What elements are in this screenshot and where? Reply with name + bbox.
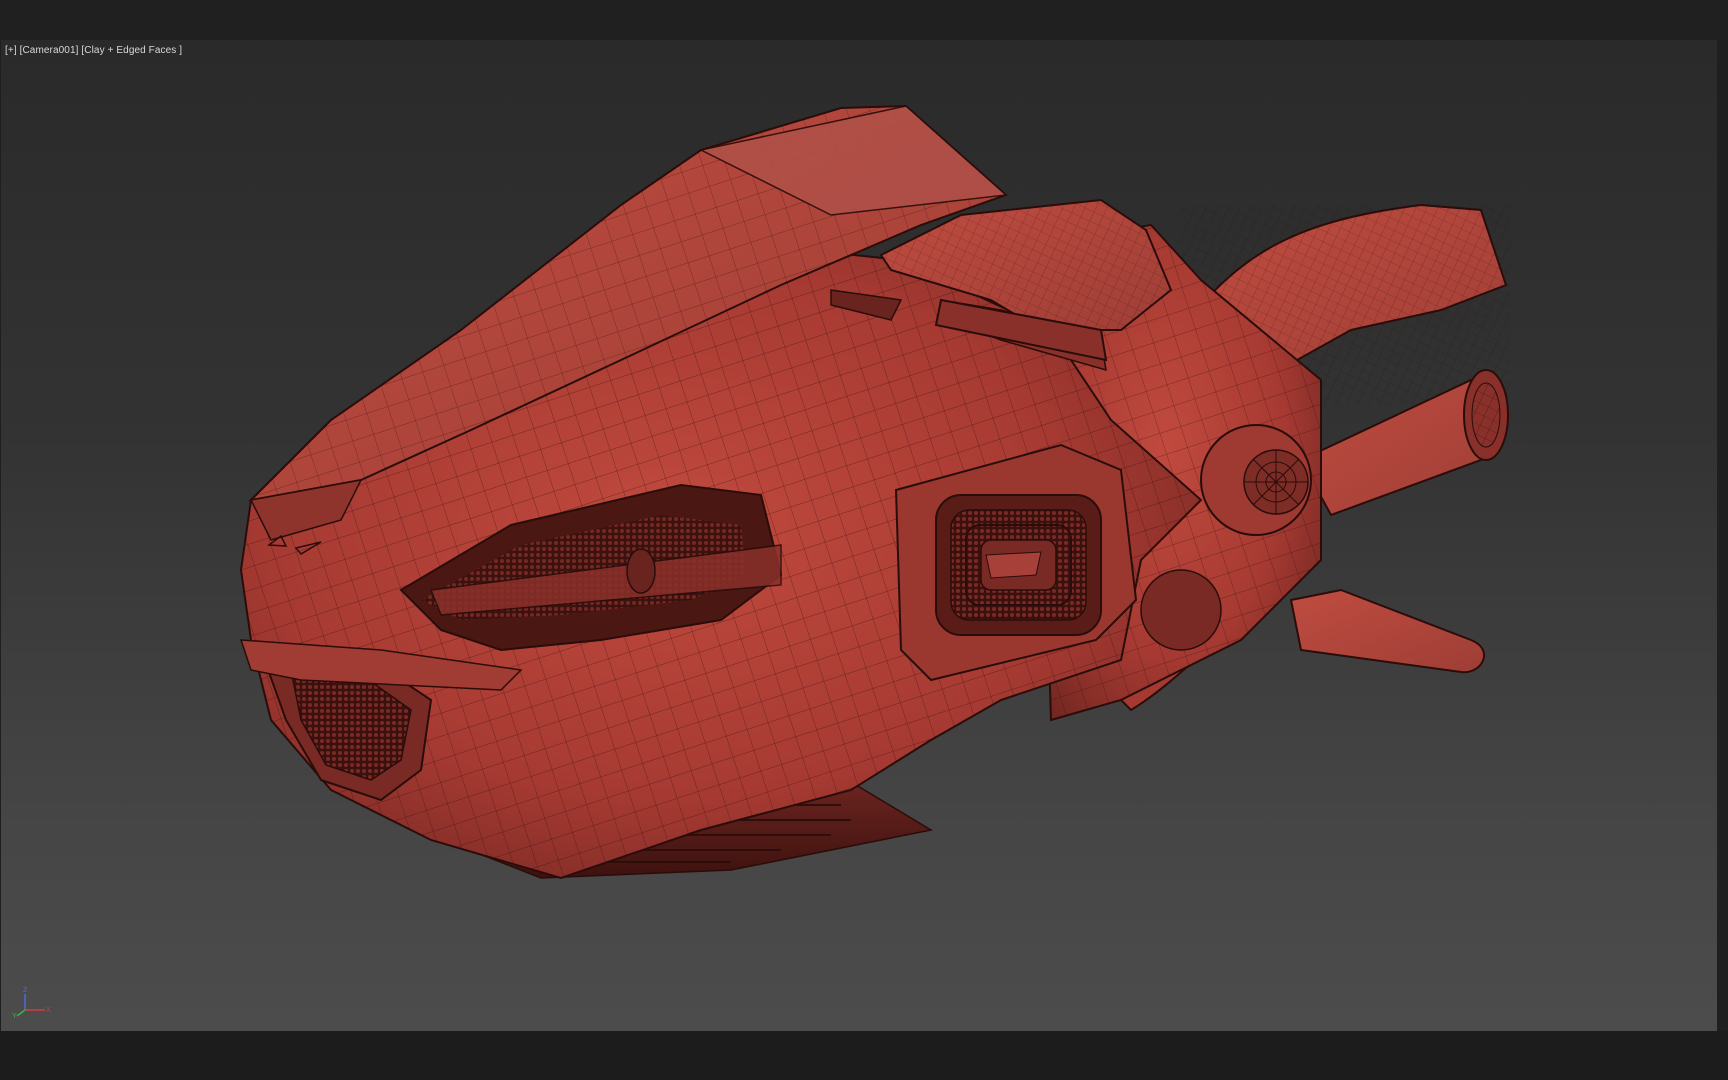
hoverbike-model[interactable]: [1, 40, 1717, 1031]
axis-z-label: Z: [23, 987, 28, 994]
viewport-camera001[interactable]: [+] [Camera001] [Clay + Edged Faces ] Z …: [1, 40, 1717, 1031]
axis-y-label: Y: [12, 1013, 17, 1020]
axis-y-icon: [16, 1009, 26, 1017]
axis-x-label: X: [46, 1007, 51, 1014]
bottom-status-area: [0, 1031, 1728, 1080]
axis-gizmo: Z X Y: [12, 987, 51, 1020]
top-toolbar-area: [0, 0, 1728, 40]
